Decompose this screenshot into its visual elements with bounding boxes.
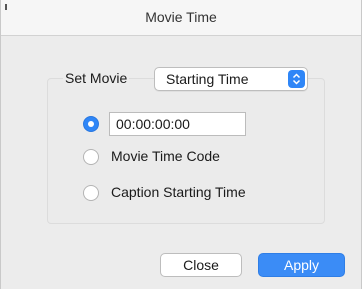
- movie-time-code-radio[interactable]: [83, 149, 99, 165]
- timecode-radio[interactable]: [83, 116, 99, 132]
- apply-button[interactable]: Apply: [258, 253, 345, 277]
- movie-time-code-label[interactable]: Movie Time Code: [111, 148, 220, 164]
- caption-starting-time-radio[interactable]: [83, 185, 99, 201]
- movie-time-dialog: Movie Time Set Movie Starting Time Movie…: [0, 0, 362, 289]
- radio-selected-dot: [88, 121, 94, 127]
- timecode-field[interactable]: [109, 112, 246, 136]
- caption-starting-time-label[interactable]: Caption Starting Time: [111, 184, 246, 200]
- set-movie-label: Set Movie: [63, 70, 130, 86]
- set-movie-popup-value: Starting Time: [166, 71, 249, 87]
- title-bar[interactable]: Movie Time: [1, 0, 361, 36]
- close-button[interactable]: Close: [160, 253, 242, 277]
- timecode-input[interactable]: [110, 113, 245, 135]
- up-down-arrows-icon: [288, 70, 305, 88]
- set-movie-popup[interactable]: Starting Time: [154, 67, 308, 91]
- window-title: Movie Time: [145, 9, 217, 25]
